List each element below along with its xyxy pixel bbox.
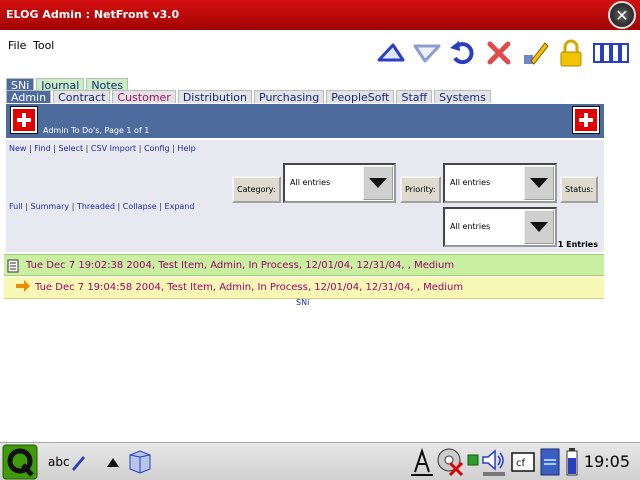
footer-label: SNi	[296, 298, 310, 307]
tab-peoplesoft[interactable]: PeopleSoft	[326, 90, 395, 104]
title-bar: ELOG Admin : NetFront v3.0 ✕	[0, 0, 640, 30]
reply-arrow-icon	[16, 280, 30, 292]
bookmarks-icon	[593, 43, 629, 63]
network-button[interactable]	[436, 447, 464, 477]
view-threaded-link[interactable]: Threaded	[77, 202, 115, 211]
tab-customer[interactable]: Customer	[112, 90, 176, 104]
category-button[interactable]: Category:	[232, 176, 281, 203]
battery-button[interactable]	[565, 448, 579, 476]
close-button[interactable]: ✕	[608, 1, 636, 29]
help-link[interactable]: Help	[177, 144, 195, 153]
menu-file[interactable]: File	[8, 39, 26, 52]
swiss-logo-right	[572, 106, 600, 134]
text-input-button[interactable]	[410, 447, 434, 477]
cube-icon	[129, 450, 151, 474]
swiss-logo-left	[10, 106, 38, 134]
entry-text: Tue Dec 7 19:02:38 2004, Test Item, Admi…	[26, 260, 455, 271]
tab-staff[interactable]: Staff	[396, 90, 433, 104]
select-link[interactable]: Select	[58, 144, 83, 153]
category-tabs: Admin Contract Customer Distribution Pur…	[6, 90, 493, 104]
edit-button[interactable]	[520, 38, 550, 68]
command-bar: New | Find | Select | CSV Import | Confi…	[6, 140, 604, 158]
table-row[interactable]: Tue Dec 7 19:02:38 2004, Test Item, Admi…	[4, 254, 604, 276]
status-value: All entries	[450, 222, 491, 231]
priority-value: All entries	[450, 178, 491, 187]
view-expand-link[interactable]: Expand	[165, 202, 195, 211]
tab-purchasing[interactable]: Purchasing	[254, 90, 325, 104]
chevron-down-icon	[524, 166, 554, 200]
back-icon	[377, 43, 405, 62]
app-launcher-button[interactable]	[126, 448, 154, 476]
view-modes: Full | Summary | Threaded | Collapse | E…	[9, 202, 195, 211]
input-method-button[interactable]: abc	[48, 452, 86, 472]
tab-contract[interactable]: Contract	[53, 90, 111, 104]
bookmarks-button[interactable]	[592, 38, 632, 68]
start-button[interactable]	[2, 444, 38, 480]
table-row[interactable]: Tue Dec 7 19:04:58 2004, Test Item, Admi…	[4, 277, 604, 299]
input-method-label: abc	[48, 455, 70, 469]
status-button[interactable]: Status:	[560, 176, 599, 203]
back-button[interactable]	[376, 38, 406, 68]
refresh-icon	[450, 41, 474, 65]
lock-button[interactable]	[556, 38, 586, 68]
entries-count: 1 Entries	[557, 240, 598, 249]
menu-tool[interactable]: Tool	[33, 39, 54, 52]
view-full-link[interactable]: Full	[9, 202, 23, 211]
sync-button[interactable]	[466, 448, 480, 474]
priority-select[interactable]: All entries	[443, 163, 557, 203]
battery-icon	[566, 448, 578, 476]
toolbar	[376, 37, 638, 69]
priority-button[interactable]: Priority:	[400, 176, 441, 203]
tab-systems[interactable]: Systems	[434, 90, 491, 104]
view-collapse-link[interactable]: Collapse	[123, 202, 157, 211]
document-icon	[7, 259, 19, 273]
forward-button[interactable]	[412, 38, 442, 68]
config-link[interactable]: Config	[144, 144, 170, 153]
forward-icon	[413, 44, 441, 63]
up-arrow-button[interactable]	[106, 455, 120, 469]
new-link[interactable]: New	[9, 144, 26, 153]
category-value: All entries	[290, 178, 331, 187]
chevron-down-icon	[524, 210, 554, 244]
sd-card-button[interactable]	[540, 448, 560, 476]
speaker-icon	[482, 449, 505, 476]
logbook-header: Admin To Do's, Page 1 of 1	[6, 104, 604, 138]
logbook-tabs: SNi Journal Notes	[6, 78, 130, 92]
volume-button[interactable]	[481, 447, 507, 477]
csv-import-link[interactable]: CSV Import	[91, 144, 136, 153]
pencil-icon	[71, 456, 85, 471]
cf-card-button[interactable]: cf	[511, 451, 535, 473]
svg-text:cf: cf	[516, 458, 525, 469]
find-link[interactable]: Find	[34, 144, 50, 153]
filter-panel: Full | Summary | Threaded | Collapse | E…	[6, 158, 604, 252]
entry-text: Tue Dec 7 19:04:58 2004, Test Item, Admi…	[35, 282, 464, 293]
stop-icon	[487, 41, 511, 65]
refresh-button[interactable]	[448, 38, 478, 68]
lock-icon	[560, 39, 582, 67]
tab-admin[interactable]: Admin	[6, 90, 52, 104]
triangle-up-icon	[107, 458, 119, 467]
window-title: ELOG Admin : NetFront v3.0	[6, 8, 180, 21]
tab-distribution[interactable]: Distribution	[177, 90, 253, 104]
category-select[interactable]: All entries	[283, 163, 396, 203]
chevron-down-icon	[363, 166, 393, 200]
edit-icon	[524, 42, 549, 65]
q-logo-icon	[2, 444, 38, 480]
cf-card-icon: cf	[511, 452, 535, 472]
sd-card-icon	[540, 448, 560, 476]
view-summary-link[interactable]: Summary	[30, 202, 69, 211]
close-icon: ✕	[615, 5, 629, 25]
network-disconnected-icon	[437, 448, 464, 477]
sync-icon	[467, 454, 479, 466]
text-cursor-icon	[411, 448, 433, 476]
page-caption: Admin To Do's, Page 1 of 1	[43, 126, 150, 135]
clock: 19:05	[583, 452, 630, 471]
stop-button[interactable]	[484, 38, 514, 68]
status-select[interactable]: All entries	[443, 207, 557, 247]
taskbar: abc cf 19:05	[0, 442, 640, 480]
